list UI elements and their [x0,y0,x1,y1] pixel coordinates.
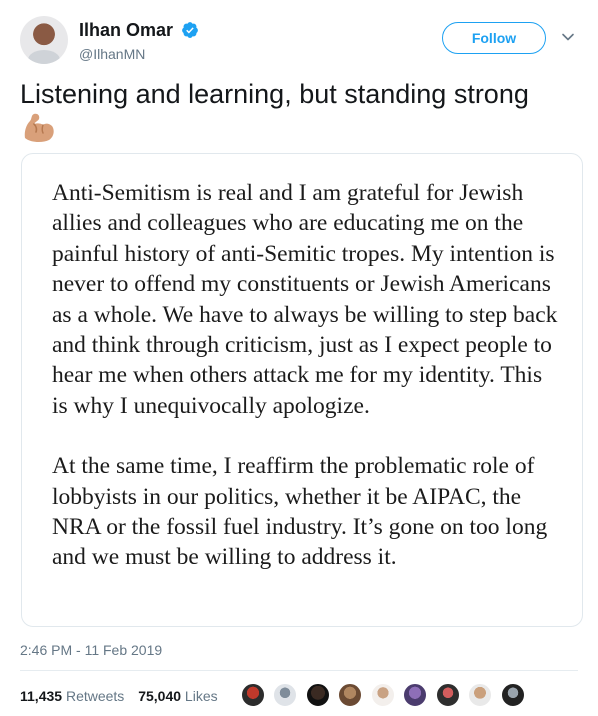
liker-avatar[interactable] [468,683,493,707]
chevron-down-icon[interactable] [561,30,575,44]
liker-avatar[interactable] [403,683,428,707]
statement-text: Anti-Semitism is real and I am grateful … [52,178,562,573]
likes-count: 75,040 [138,688,182,704]
author-handle[interactable]: @IlhanMN [79,46,199,62]
author-info: Ilhan Omar @IlhanMN [79,20,199,62]
liker-avatar[interactable] [435,683,460,707]
liker-avatar[interactable] [241,683,265,707]
tweet-header: Ilhan Omar @IlhanMN Follow [20,16,582,66]
liker-avatar[interactable] [500,683,525,707]
likes-label: Likes [184,688,218,704]
divider [20,670,578,671]
follow-button[interactable]: Follow [442,22,546,54]
flexed-biceps-emoji [24,113,54,143]
statement-image[interactable]: Anti-Semitism is real and I am grateful … [21,153,583,627]
liker-avatar[interactable] [338,683,363,707]
liker-avatars [241,683,529,709]
statement-paragraph-2: At the same time, I reaffirm the problem… [52,453,548,571]
retweets-count: 11,435 [20,688,63,704]
liker-avatar[interactable] [273,683,298,707]
liker-avatar[interactable] [305,683,330,707]
tweet-stats: 11,435 Retweets 75,040 Likes [20,688,218,704]
verified-badge-icon [182,22,199,38]
liker-avatar[interactable] [370,683,395,707]
author-display-name[interactable]: Ilhan Omar [79,20,173,40]
retweets-label: Retweets [65,688,125,704]
retweets-stat[interactable]: 11,435 Retweets [20,688,124,704]
likes-stat[interactable]: 75,040 Likes [138,688,217,704]
tweet-text: Listening and learning, but standing str… [20,79,529,109]
author-avatar[interactable] [20,16,68,64]
tweet-timestamp[interactable]: 2:46 PM - 11 Feb 2019 [20,642,162,658]
statement-paragraph-1: Anti-Semitism is real and I am grateful … [52,180,558,419]
